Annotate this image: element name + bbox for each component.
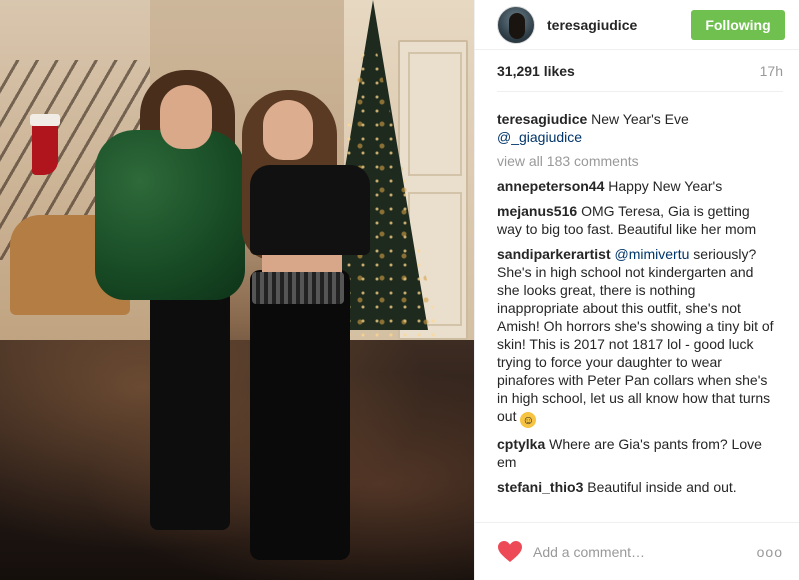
person-right-belt bbox=[252, 272, 344, 304]
comment-item: mejanus516 OMG Teresa, Gia is getting wa… bbox=[497, 202, 775, 238]
instagram-post-view: teresagiudice Following 31,291 likes 17h… bbox=[0, 0, 799, 580]
comment-item: cptylka Where are Gia's pants from? Love… bbox=[497, 435, 775, 471]
comment-text: Happy New Year's bbox=[608, 178, 723, 194]
comment-author[interactable]: sandiparkerartist bbox=[497, 246, 611, 262]
person-right-face bbox=[263, 100, 313, 160]
add-comment-bar: ooo bbox=[475, 522, 799, 580]
comment-author[interactable]: mejanus516 bbox=[497, 203, 577, 219]
person-left-face bbox=[160, 85, 212, 149]
post-photo[interactable] bbox=[0, 0, 474, 580]
comment-item: annepeterson44 Happy New Year's bbox=[497, 177, 775, 195]
add-comment-input[interactable] bbox=[533, 543, 757, 560]
heart-icon bbox=[498, 540, 522, 562]
comment-text: seriously? She's in high school not kind… bbox=[497, 246, 774, 424]
likes-count[interactable]: 31,291 likes bbox=[497, 63, 575, 79]
post-side-panel: teresagiudice Following 31,291 likes 17h… bbox=[474, 0, 799, 580]
avatar[interactable] bbox=[497, 5, 535, 44]
caption-mention[interactable]: @_giagiudice bbox=[497, 129, 582, 145]
like-heart-icon[interactable] bbox=[497, 540, 523, 564]
caption-author[interactable]: teresagiudice bbox=[497, 111, 587, 127]
marble-floor bbox=[0, 340, 474, 580]
comment-mention[interactable]: @mimivertu bbox=[615, 246, 690, 262]
person-right-pants bbox=[250, 270, 350, 560]
post-header: teresagiudice Following bbox=[475, 0, 799, 50]
more-options-icon[interactable]: ooo bbox=[757, 544, 783, 560]
comment-item: stefani_thio3 Beautiful inside and out. bbox=[497, 478, 775, 496]
comment-author[interactable]: annepeterson44 bbox=[497, 178, 604, 194]
username-link[interactable]: teresagiudice bbox=[547, 17, 691, 33]
person-left-pants bbox=[150, 290, 230, 530]
caption-text: New Year's Eve bbox=[591, 111, 689, 127]
post-meta: 31,291 likes 17h bbox=[497, 50, 783, 92]
comment-author[interactable]: stefani_thio3 bbox=[497, 479, 583, 495]
view-all-comments-link[interactable]: view all 183 comments bbox=[497, 153, 775, 169]
comment-author[interactable]: cptylka bbox=[497, 436, 545, 452]
person-right-top bbox=[250, 165, 370, 255]
comment-text: Beautiful inside and out. bbox=[587, 479, 737, 495]
post-time[interactable]: 17h bbox=[760, 63, 783, 79]
comments-list[interactable]: teresagiudice New Year's Eve @_giagiudic… bbox=[475, 92, 799, 502]
following-button[interactable]: Following bbox=[691, 9, 785, 40]
christmas-stocking bbox=[30, 114, 60, 175]
comment-item: sandiparkerartist @mimivertu seriously? … bbox=[497, 245, 775, 428]
person-left-fur-jacket bbox=[95, 130, 245, 300]
laughing-emoji-icon: ☺ bbox=[520, 412, 537, 428]
caption: teresagiudice New Year's Eve @_giagiudic… bbox=[497, 110, 775, 146]
